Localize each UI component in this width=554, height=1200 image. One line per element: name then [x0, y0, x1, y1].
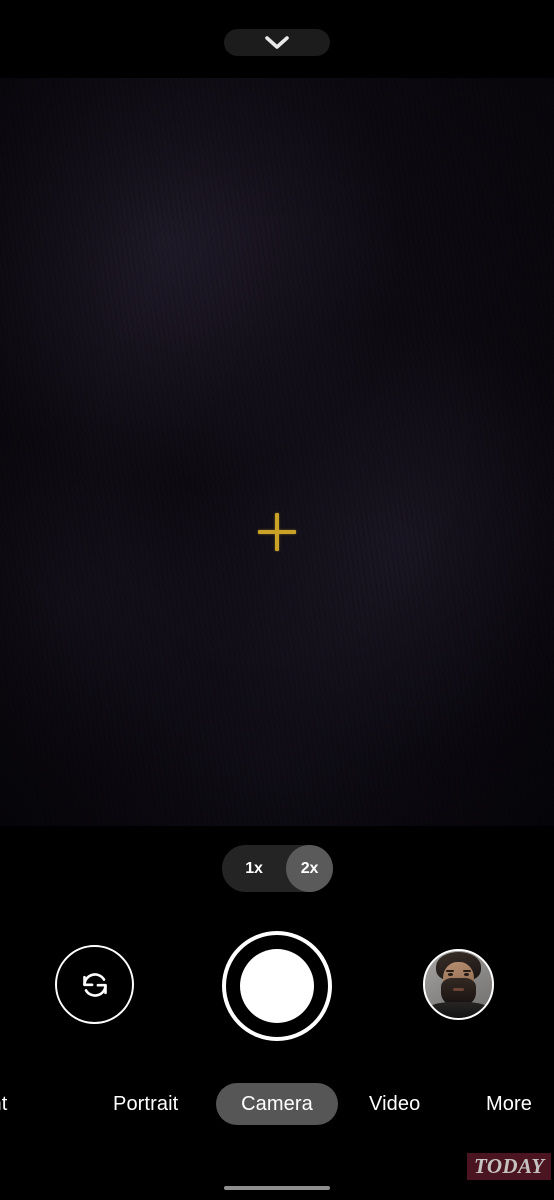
zoom-option-1x[interactable]: 1x [222, 845, 286, 892]
avatar-mouth [453, 987, 464, 991]
avatar-shirt [429, 1001, 488, 1018]
zoom-level-toggle[interactable]: 1x 2x [222, 845, 333, 892]
gallery-thumbnail-button[interactable]: Gallery [423, 949, 494, 1020]
zoom-option-2x[interactable]: 2x [286, 845, 333, 892]
shutter-button[interactable]: Shutter [222, 931, 332, 1041]
mode-more-label: More [486, 1093, 532, 1115]
camera-app-screen: 1x 2x Flip camera Shutter [0, 0, 554, 1200]
mode-selector: t Sight Portrait Camera Video More [0, 1083, 554, 1125]
viewfinder-vignette [0, 78, 554, 826]
avatar-brow-right [462, 969, 471, 973]
zoom-option-2x-label: 2x [300, 859, 319, 877]
mode-night-sight-label: t Sight [0, 1093, 8, 1115]
home-indicator[interactable] [224, 1186, 330, 1190]
flip-camera-button[interactable]: Flip camera [55, 945, 134, 1024]
zoom-option-1x-label: 1x [245, 859, 263, 877]
mode-camera-label: Camera [241, 1093, 313, 1115]
mode-video-label: Video [369, 1093, 421, 1115]
camera-flip-icon [74, 964, 116, 1006]
crosshair-vertical-bar [275, 513, 279, 551]
mode-camera[interactable]: Camera [216, 1083, 338, 1125]
chevron-down-icon [264, 35, 290, 50]
focus-crosshair-icon [258, 513, 296, 551]
mode-night-sight[interactable]: t Sight [0, 1083, 7, 1125]
mode-more[interactable]: More [486, 1083, 532, 1125]
top-bar [0, 0, 554, 78]
mode-video[interactable]: Video [369, 1083, 420, 1125]
camera-viewfinder[interactable] [0, 78, 554, 826]
today-watermark: TODAY [467, 1153, 552, 1181]
avatar [425, 951, 492, 1018]
expand-settings-button[interactable] [224, 29, 330, 56]
avatar-brow-left [446, 969, 455, 973]
mode-portrait-label: Portrait [113, 1093, 179, 1115]
mode-portrait[interactable]: Portrait [113, 1083, 178, 1125]
shutter-inner-circle [240, 949, 314, 1023]
